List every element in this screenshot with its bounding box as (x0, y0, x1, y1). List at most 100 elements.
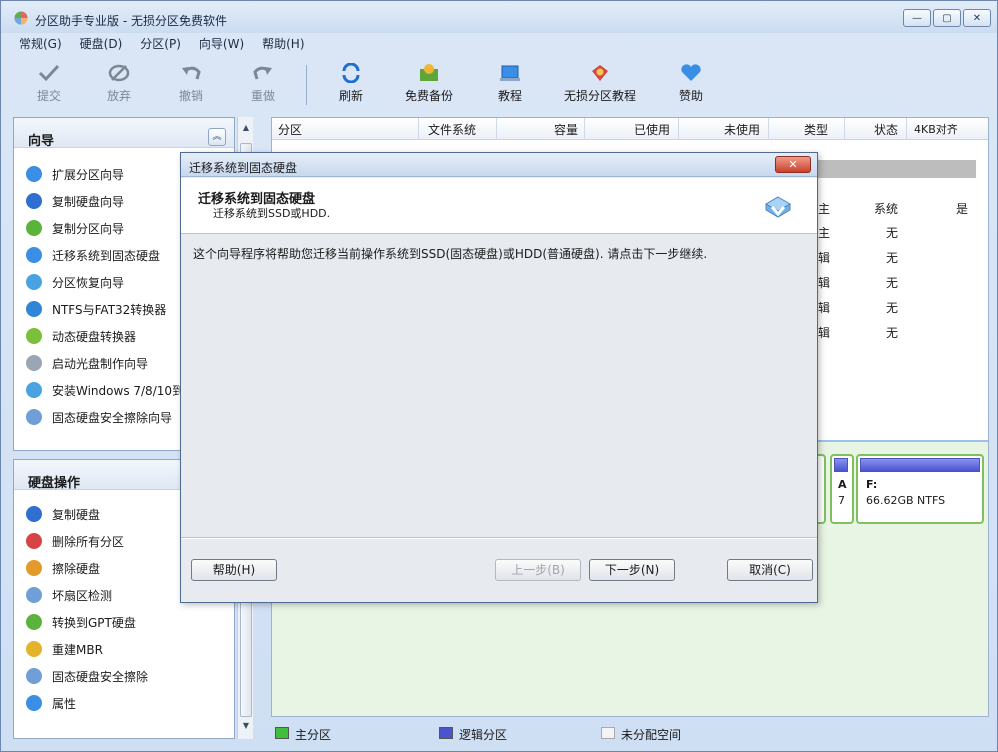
sponsor-button[interactable]: 赞助 (675, 59, 707, 104)
discard-icon (108, 64, 130, 82)
dynamic-disk-icon (26, 328, 42, 344)
copy-disk-icon (26, 506, 42, 522)
delete-all-icon (26, 533, 42, 549)
refresh-button[interactable]: 刷新 (333, 59, 369, 104)
col-capacity[interactable]: 容量 (554, 121, 578, 138)
window-title: 分区助手专业版 - 无损分区免费软件 (35, 14, 227, 28)
col-4k-align[interactable]: 4KB对齐 (914, 121, 958, 137)
row-status: 系统 (874, 202, 899, 216)
partition-bar (834, 458, 848, 472)
disk-item-convert-gpt[interactable]: 转换到GPT硬盘 (26, 612, 231, 632)
tutorial-button[interactable]: 教程 (492, 59, 528, 104)
menu-general[interactable]: 常规(G) (19, 35, 62, 55)
row-type: 辑 (818, 301, 831, 315)
dialog-close-button[interactable]: ✕ (775, 156, 811, 173)
col-used[interactable]: 已使用 (634, 121, 670, 138)
legend-primary: 主分区 (275, 726, 331, 743)
migrate-disk-icon (765, 196, 791, 218)
partition-block-f[interactable]: F: 66.62GB NTFS (856, 454, 984, 524)
legend-unallocated: 未分配空间 (601, 726, 681, 743)
tutorial-icon (500, 65, 520, 81)
dialog-next-button[interactable]: 下一步(N) (589, 559, 675, 581)
scroll-up-icon[interactable]: ▲ (240, 123, 252, 137)
extend-partition-icon (26, 166, 42, 182)
main-window: 分区助手专业版 - 无损分区免费软件 — ▢ ✕ 常规(G) 硬盘(D) 分区(… (0, 0, 998, 752)
col-filesystem[interactable]: 文件系统 (428, 121, 476, 138)
undo-icon (182, 66, 201, 80)
toolbar: 提交 放弃 撤销 重做 刷新 免费备份 教程 无损分区教程 赞助 (1, 59, 997, 109)
scroll-down-icon[interactable]: ▼ (240, 721, 252, 735)
col-partition[interactable]: 分区 (278, 121, 302, 138)
row-type: 辑 (818, 326, 831, 340)
col-type[interactable]: 类型 (804, 121, 828, 138)
app-logo-icon (14, 11, 28, 25)
windows-icon (26, 382, 42, 398)
discard-button[interactable]: 放弃 (101, 59, 137, 104)
row-align: 是 (956, 202, 969, 216)
drive-info: 66.62GB NTFS (866, 494, 946, 507)
wipe-disk-icon (26, 560, 42, 576)
wizard-panel-title: 向导 (14, 118, 234, 149)
check-icon (38, 64, 60, 82)
close-button[interactable]: ✕ (963, 9, 991, 27)
menu-help[interactable]: 帮助(H) (262, 35, 304, 55)
undo-button[interactable]: 撤销 (173, 59, 209, 104)
column-header: 分区 文件系统 容量 已使用 未使用 类型 状态 4KB对齐 (272, 118, 988, 140)
partition-block[interactable]: A 7 (830, 454, 854, 524)
menu-bar: 常规(G) 硬盘(D) 分区(P) 向导(W) 帮助(H) (1, 35, 305, 55)
ntfs-fat32-icon (26, 301, 42, 317)
dialog-title-bar: 迁移系统到固态硬盘 ✕ (181, 153, 817, 177)
dialog-header-subtitle: 迁移系统到SSD或HDD. (213, 207, 331, 220)
ssd-erase-icon (26, 668, 42, 684)
dialog-back-button[interactable]: 上一步(B) (495, 559, 581, 581)
row-status: 无 (886, 251, 899, 265)
commit-button[interactable]: 提交 (31, 59, 67, 104)
refresh-icon (342, 63, 360, 83)
partition-recovery-icon (26, 274, 42, 290)
dialog-help-button[interactable]: 帮助(H) (191, 559, 277, 581)
bad-sector-icon (26, 587, 42, 603)
legend-logical: 逻辑分区 (439, 726, 507, 743)
row-type: 主 (818, 226, 831, 240)
disk-item-properties[interactable]: 属性 (26, 693, 231, 713)
row-type: 辑 (818, 276, 831, 290)
dialog-cancel-button[interactable]: 取消(C) (727, 559, 813, 581)
menu-wizard[interactable]: 向导(W) (199, 35, 244, 55)
toolbar-separator (306, 65, 307, 105)
minimize-button[interactable]: — (903, 9, 931, 27)
row-status: 无 (886, 226, 899, 240)
dialog-header: 迁移系统到固态硬盘 迁移系统到SSD或HDD. (181, 178, 817, 234)
row-status: 无 (886, 326, 899, 340)
heart-icon (681, 64, 701, 81)
drive-letter: F: (866, 478, 878, 491)
redo-button[interactable]: 重做 (245, 59, 281, 104)
partition-bar (860, 458, 980, 472)
partition-size: 7 (838, 494, 845, 507)
rebuild-mbr-icon (26, 641, 42, 657)
backup-icon (420, 64, 438, 81)
menu-partition[interactable]: 分区(P) (140, 35, 181, 55)
disk-item-rebuild-mbr[interactable]: 重建MBR (26, 639, 231, 659)
row-type: 主 (818, 202, 831, 216)
row-type: 辑 (818, 251, 831, 265)
row-status: 无 (886, 276, 899, 290)
free-backup-button[interactable]: 免费备份 (399, 59, 459, 104)
partition-letter: A (838, 478, 847, 491)
disk-header-row (818, 160, 976, 178)
disk-item-ssd-erase[interactable]: 固态硬盘安全擦除 (26, 666, 231, 686)
col-unused[interactable]: 未使用 (724, 121, 760, 138)
lossless-tutorial-icon (592, 65, 608, 81)
menu-disk[interactable]: 硬盘(D) (80, 35, 123, 55)
col-status[interactable]: 状态 (874, 121, 898, 138)
properties-icon (26, 695, 42, 711)
ssd-erase-icon (26, 409, 42, 425)
redo-icon (253, 66, 272, 80)
copy-partition-icon (26, 220, 42, 236)
title-bar: 分区助手专业版 - 无损分区免费软件 — ▢ ✕ (1, 1, 997, 33)
dialog-body-text: 这个向导程序将帮助您迁移当前操作系统到SSD(固态硬盘)或HDD(普通硬盘). … (193, 247, 708, 261)
maximize-button[interactable]: ▢ (933, 9, 961, 27)
convert-gpt-icon (26, 614, 42, 630)
copy-disk-icon (26, 193, 42, 209)
collapse-wizard-button[interactable]: ︽ (208, 128, 226, 146)
lossless-tutorial-button[interactable]: 无损分区教程 (557, 59, 643, 104)
